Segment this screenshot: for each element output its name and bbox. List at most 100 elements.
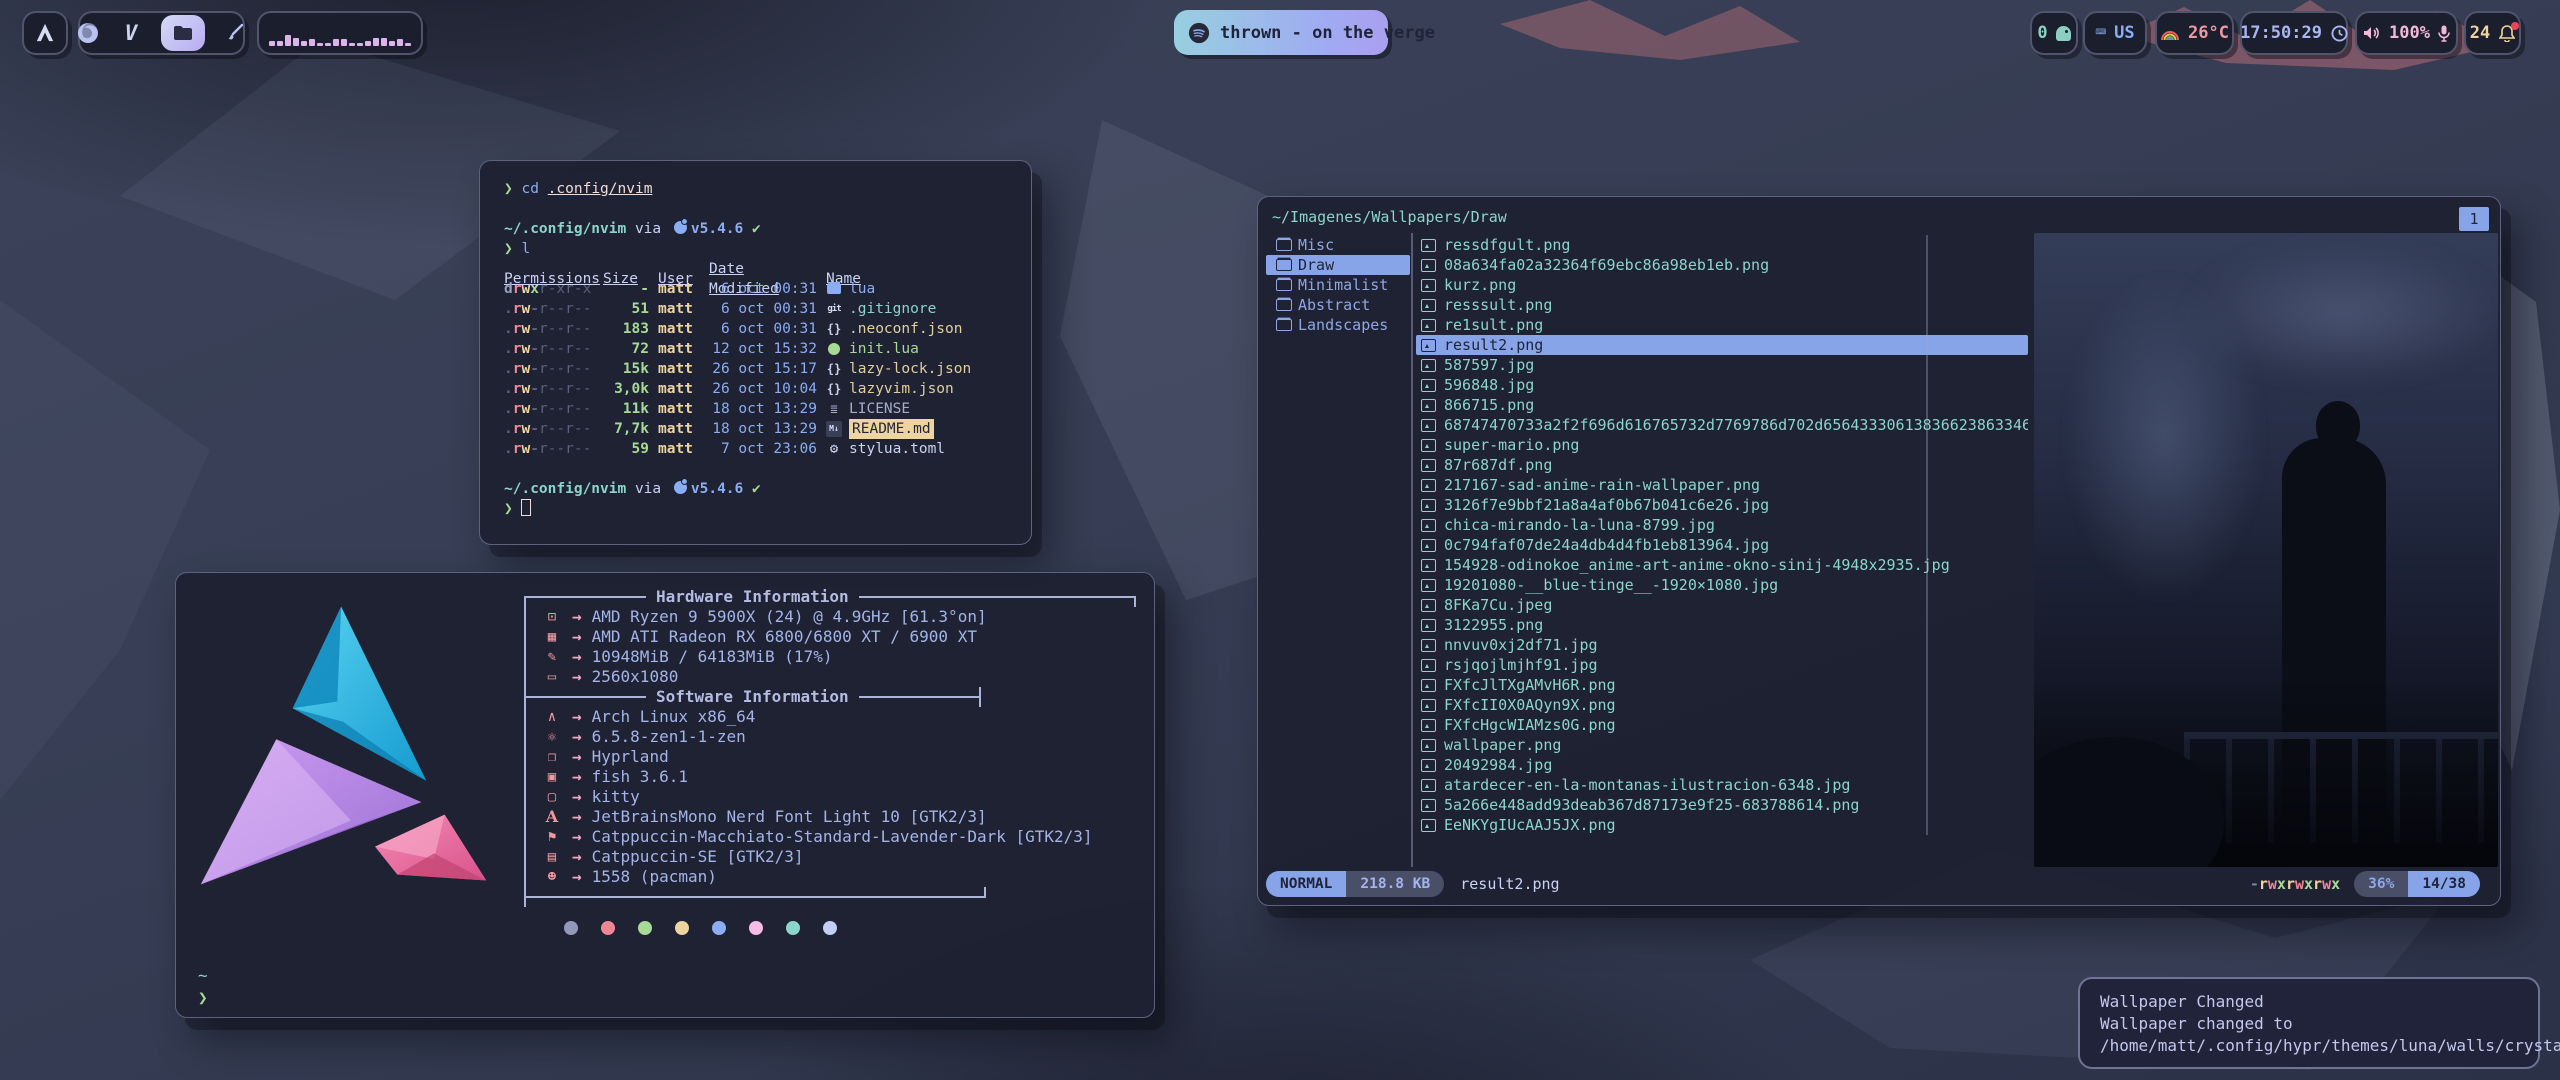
file-name: EeNKYgIUcAAJ5JX.png: [1444, 815, 1616, 835]
directory-item[interactable]: Draw: [1266, 255, 1410, 275]
fetch-info-row: ⚑ → Catppuccin-Macchiato-Standard-Lavend…: [526, 827, 1136, 847]
file-item[interactable]: 20492984.jpg: [1416, 755, 2028, 775]
image-preview-pane: [2034, 233, 2498, 867]
folder-icon[interactable]: [161, 15, 205, 51]
volume-level: 100%: [2389, 23, 2430, 43]
file-item[interactable]: 0c794faf07de24a4db4d4fb1eb813964.jpg: [1416, 535, 2028, 555]
app-shortcut-list: V: [75, 15, 248, 51]
file-item[interactable]: 87r687df.png: [1416, 455, 2028, 475]
software-row-value: Catppuccin-SE [GTK2/3]: [592, 847, 804, 867]
software-row-icon: ▢: [542, 787, 562, 807]
file-item[interactable]: ressdfgult.png: [1416, 235, 2028, 255]
file-item[interactable]: 596848.jpg: [1416, 375, 2028, 395]
neovim-icon[interactable]: V: [118, 20, 144, 46]
file-item[interactable]: 5a266e448add93deab367d87173e9f25-6837886…: [1416, 795, 2028, 815]
hardware-row-icon: ▭: [542, 667, 562, 687]
prompt-symbol: ❯: [504, 241, 513, 257]
paintbrush-icon[interactable]: [222, 20, 248, 46]
file-item[interactable]: atardecer-en-la-montanas-ilustracion-634…: [1416, 775, 2028, 795]
notification-dot: [2511, 22, 2519, 30]
spotify-icon: [1188, 22, 1210, 44]
context-path: ~/.config/nvim: [504, 481, 626, 497]
file-name-cell: {}.neoconf.json: [826, 319, 1007, 339]
firefox-icon[interactable]: [75, 20, 101, 46]
terminal-window: ❯ cd .config/nvim ~/.config/nvim via v5.…: [479, 160, 1032, 545]
file-list-scrollbar[interactable]: [1926, 235, 1928, 835]
file-item[interactable]: FXfcHgcWIAMzs0G.png: [1416, 715, 2028, 735]
file-item[interactable]: super-mario.png: [1416, 435, 2028, 455]
file-item[interactable]: 8FKa7Cu.jpeg: [1416, 595, 2028, 615]
file-name: 19201080-__blue-tinge__-1920×1080.jpg: [1444, 575, 1778, 595]
selected-file-name: result2.png: [1460, 874, 1559, 894]
command-l: l: [521, 241, 530, 257]
cava-bar: [349, 43, 355, 46]
file-size: 72: [603, 339, 649, 359]
file-permissions: .rw-r--r--: [504, 319, 594, 339]
file-item[interactable]: 68747470733a2f2f696d616765732d7769786d70…: [1416, 415, 2028, 435]
software-rows: ∧ → Arch Linux x86_64 ⚛ → 6.5.8-zen1-1-z…: [526, 707, 1136, 887]
updates-module[interactable]: 0: [2030, 11, 2078, 55]
image-file-icon: [1420, 617, 1436, 633]
file-item[interactable]: resssult.png: [1416, 295, 2028, 315]
arrow-icon: →: [572, 767, 582, 787]
file-item[interactable]: 3122955.png: [1416, 615, 2028, 635]
palette-dot: [564, 921, 578, 935]
media-track-title: thrown - on the verge: [1220, 23, 1435, 43]
file-item[interactable]: 3126f7e9bbf21a8a4af0b67b041c6e26.jpg: [1416, 495, 2028, 515]
image-file-icon: [1420, 577, 1436, 593]
file-item[interactable]: 08a634fa02a32364f69ebc86a98eb1eb.png: [1416, 255, 2028, 275]
image-file-icon: [1420, 497, 1436, 513]
fetch-info-row: A → JetBrainsMono Nerd Font Light 10 [GT…: [526, 807, 1136, 827]
software-row-icon: ▣: [542, 767, 562, 787]
file-item[interactable]: 154928-odinokoe_anime-art-anime-okno-sin…: [1416, 555, 2028, 575]
file-item[interactable]: result2.png: [1416, 335, 2028, 355]
clock-icon: [2331, 25, 2348, 42]
keyboard-layout-module[interactable]: ⌨ US: [2083, 11, 2147, 55]
weather-module[interactable]: 26°C: [2155, 11, 2234, 55]
file-item[interactable]: 587597.jpg: [1416, 355, 2028, 375]
arch-logo-icon: [34, 23, 56, 43]
file-date: 18 oct 13:29: [709, 419, 817, 439]
file-item[interactable]: 217167-sad-anime-rain-wallpaper.png: [1416, 475, 2028, 495]
arrow-icon: →: [572, 627, 582, 647]
launcher-module[interactable]: [22, 11, 68, 55]
notification-popup[interactable]: Wallpaper Changed Wallpaper changed to /…: [2078, 977, 2540, 1069]
software-row-value: fish 3.6.1: [592, 767, 688, 787]
directory-item[interactable]: Minimalist: [1266, 275, 1410, 295]
terminal-prompt-line[interactable]: ❯: [504, 499, 1007, 519]
fetch-shell-prompt[interactable]: ~ ❯: [198, 965, 208, 1009]
file-size: 11k: [603, 399, 649, 419]
file-item[interactable]: chica-mirando-la-luna-8799.jpg: [1416, 515, 2028, 535]
volume-module[interactable]: 100%: [2355, 11, 2458, 55]
file-item[interactable]: wallpaper.png: [1416, 735, 2028, 755]
updates-count: 0: [2037, 23, 2047, 43]
image-file-icon: [1420, 737, 1436, 753]
file-item[interactable]: 866715.png: [1416, 395, 2028, 415]
directory-item[interactable]: Abstract: [1266, 295, 1410, 315]
cava-bar: [389, 41, 395, 46]
file-date: 6 oct 00:31: [709, 279, 817, 299]
date-module[interactable]: 24: [2464, 11, 2521, 55]
file-item[interactable]: rsjqojlmjhf91.jpg: [1416, 655, 2028, 675]
file-permissions: .rw-r--r--: [504, 419, 594, 439]
file-item[interactable]: FXfcJlTXgAMvH6R.png: [1416, 675, 2028, 695]
directory-item[interactable]: Landscapes: [1266, 315, 1410, 335]
file-item[interactable]: nnvuv0xj2df71.jpg: [1416, 635, 2028, 655]
clock-module[interactable]: 17:50:29: [2240, 11, 2348, 55]
file-item[interactable]: FXfcII0X0AQyn9X.png: [1416, 695, 2028, 715]
media-player-module[interactable]: thrown - on the verge: [1174, 10, 1388, 55]
file-name: 20492984.jpg: [1444, 755, 1552, 775]
file-item[interactable]: kurz.png: [1416, 275, 2028, 295]
context-via: via: [635, 221, 661, 237]
file-name: lua: [849, 279, 875, 299]
file-item[interactable]: re1sult.png: [1416, 315, 2028, 335]
file-item[interactable]: 19201080-__blue-tinge__-1920×1080.jpg: [1416, 575, 2028, 595]
hardware-row-value: AMD ATI Radeon RX 6800/6800 XT / 6900 XT: [592, 627, 977, 647]
file-size: 15k: [603, 359, 649, 379]
tab-badge[interactable]: 1: [2459, 207, 2489, 231]
file-item[interactable]: EeNKYgIUcAAJ5JX.png: [1416, 815, 2028, 835]
file-type-icon: git: [826, 301, 842, 317]
ls-row: .rw-r--r-- 59 matt 7 oct 23:06 ⚙stylua.t…: [504, 439, 1007, 459]
directory-item[interactable]: Misc: [1266, 235, 1410, 255]
fetch-info-row: ▢ → kitty: [526, 787, 1136, 807]
